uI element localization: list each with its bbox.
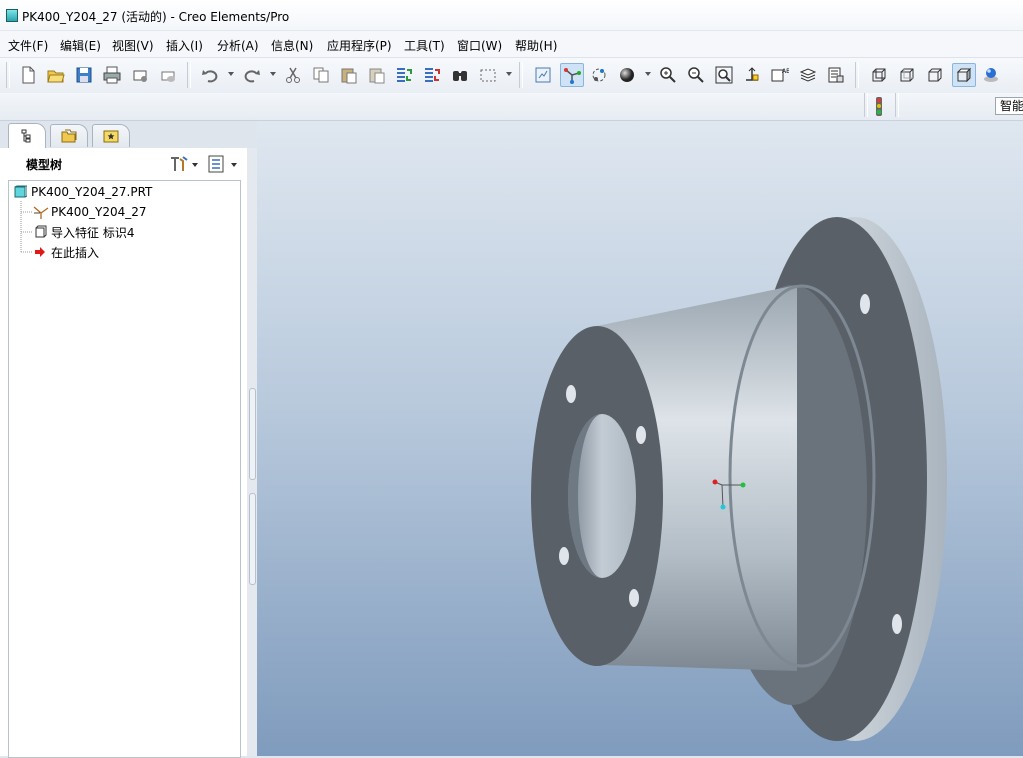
title-bar: PK400_Y204_27 (活动的) - Creo Elements/Pro	[0, 0, 1023, 31]
redo-dropdown-icon[interactable]	[270, 72, 276, 76]
tree-show-icon[interactable]	[208, 155, 240, 176]
panel-title: 模型树	[26, 158, 63, 172]
zoom-out-icon[interactable]	[685, 64, 707, 86]
toolbar-separator	[519, 62, 523, 88]
model-tree-panel: 模型树 PK400_Y204_27.PRT PK400_Y204_27 导入特征…	[0, 148, 248, 758]
menu-analysis[interactable]: 分析(A)	[217, 37, 259, 54]
display-style-dropdown-icon[interactable]	[645, 72, 651, 76]
toolbar-separator	[864, 93, 868, 117]
menu-applications[interactable]: 应用程序(P)	[327, 37, 392, 54]
print-icon[interactable]	[101, 64, 123, 86]
menu-tools[interactable]: 工具(T)	[404, 37, 445, 54]
panel-splitter[interactable]	[247, 148, 257, 756]
find-icon[interactable]	[449, 64, 471, 86]
main-toolbar: AB	[0, 57, 1023, 94]
navigator-tabs	[0, 121, 257, 148]
save-icon[interactable]	[73, 64, 95, 86]
toolbar-separator	[855, 62, 859, 88]
menu-info[interactable]: 信息(N)	[271, 37, 313, 54]
svg-text:AB: AB	[782, 68, 789, 75]
regenerate-icon[interactable]	[393, 64, 415, 86]
tree-node-label: PK400_Y204_27.PRT	[31, 185, 153, 199]
tree-node-label: 在此插入	[51, 245, 100, 260]
menu-window[interactable]: 窗口(W)	[457, 37, 502, 54]
undo-icon[interactable]	[199, 64, 221, 86]
menu-insert[interactable]: 插入(I)	[166, 37, 203, 54]
refit-icon[interactable]	[713, 64, 735, 86]
menu-edit[interactable]: 编辑(E)	[60, 37, 101, 54]
model-part-icon	[6, 9, 18, 22]
orient-mode-icon[interactable]	[588, 64, 610, 86]
graphics-window[interactable]	[257, 121, 1023, 756]
wireframe-icon[interactable]	[868, 64, 890, 86]
model-tree: PK400_Y204_27.PRT PK400_Y204_27 导入特征 标识4…	[8, 180, 241, 758]
zoom-in-icon[interactable]	[657, 64, 679, 86]
splitter-grip[interactable]	[249, 493, 256, 585]
open-icon[interactable]	[45, 64, 67, 86]
saved-views-icon[interactable]: AB	[769, 64, 791, 86]
window-title: PK400_Y204_27 (活动的) - Creo Elements/Pro	[22, 10, 290, 24]
view-manager-icon[interactable]	[825, 64, 847, 86]
repaint-icon[interactable]	[532, 64, 554, 86]
email-attachment-icon[interactable]	[157, 64, 179, 86]
toolbar-separator	[187, 62, 191, 88]
paste-special-icon[interactable]	[366, 64, 388, 86]
tree-settings-icon[interactable]	[169, 155, 199, 176]
model-tree-tab-icon[interactable]	[8, 123, 46, 148]
tree-node-insert-here[interactable]: 在此插入	[33, 243, 99, 261]
selection-dropdown-icon[interactable]	[506, 72, 512, 76]
front-bolt-hole	[636, 426, 646, 444]
spin-center-icon[interactable]	[560, 63, 584, 87]
tree-node-label: 导入特征 标识4	[51, 225, 135, 240]
filter-toolbar: 智能	[0, 93, 1023, 121]
menu-file[interactable]: 文件(F)	[8, 37, 48, 54]
cut-icon[interactable]	[282, 64, 304, 86]
menu-bar: 文件(F) 编辑(E) 视图(V) 插入(I) 分析(A) 信息(N) 应用程序…	[0, 31, 1023, 57]
folder-browser-tab-icon[interactable]	[50, 124, 88, 147]
regen-manager-icon[interactable]	[421, 64, 443, 86]
model-tree-header: 模型树	[0, 148, 247, 180]
flange-bolt-hole	[892, 614, 902, 634]
reorient-icon[interactable]	[741, 64, 763, 86]
front-bolt-hole	[629, 589, 639, 607]
paste-icon[interactable]	[338, 64, 360, 86]
display-style-icon[interactable]	[616, 64, 638, 86]
menu-view[interactable]: 视图(V)	[112, 37, 154, 54]
menu-help[interactable]: 帮助(H)	[515, 37, 557, 54]
shading-icon[interactable]	[952, 63, 976, 87]
front-bolt-hole	[566, 385, 576, 403]
copy-icon[interactable]	[310, 64, 332, 86]
toolbar-separator	[895, 93, 899, 117]
front-bolt-hole	[559, 547, 569, 565]
favorites-tab-icon[interactable]	[92, 124, 130, 147]
flange-bolt-hole	[860, 294, 870, 314]
tree-node-csys[interactable]: PK400_Y204_27	[33, 203, 147, 221]
selection-filter-select[interactable]: 智能	[995, 97, 1023, 115]
splitter-grip[interactable]	[249, 388, 256, 480]
selection-box-icon[interactable]	[477, 64, 499, 86]
enhanced-realism-icon[interactable]	[980, 64, 1002, 86]
send-email-icon[interactable]	[129, 64, 151, 86]
flange-model[interactable]	[257, 121, 1023, 756]
no-hidden-icon[interactable]	[924, 64, 946, 86]
redo-icon[interactable]	[241, 64, 263, 86]
toolbar-separator	[6, 62, 10, 88]
tree-node-label: PK400_Y204_27	[51, 205, 147, 219]
tree-connector-lines	[20, 201, 33, 253]
hidden-line-icon[interactable]	[896, 64, 918, 86]
undo-dropdown-icon[interactable]	[228, 72, 234, 76]
layers-icon[interactable]	[797, 64, 819, 86]
traffic-light-icon	[873, 97, 885, 120]
tree-node-import-feature[interactable]: 导入特征 标识4	[33, 223, 134, 241]
new-icon[interactable]	[17, 64, 39, 86]
